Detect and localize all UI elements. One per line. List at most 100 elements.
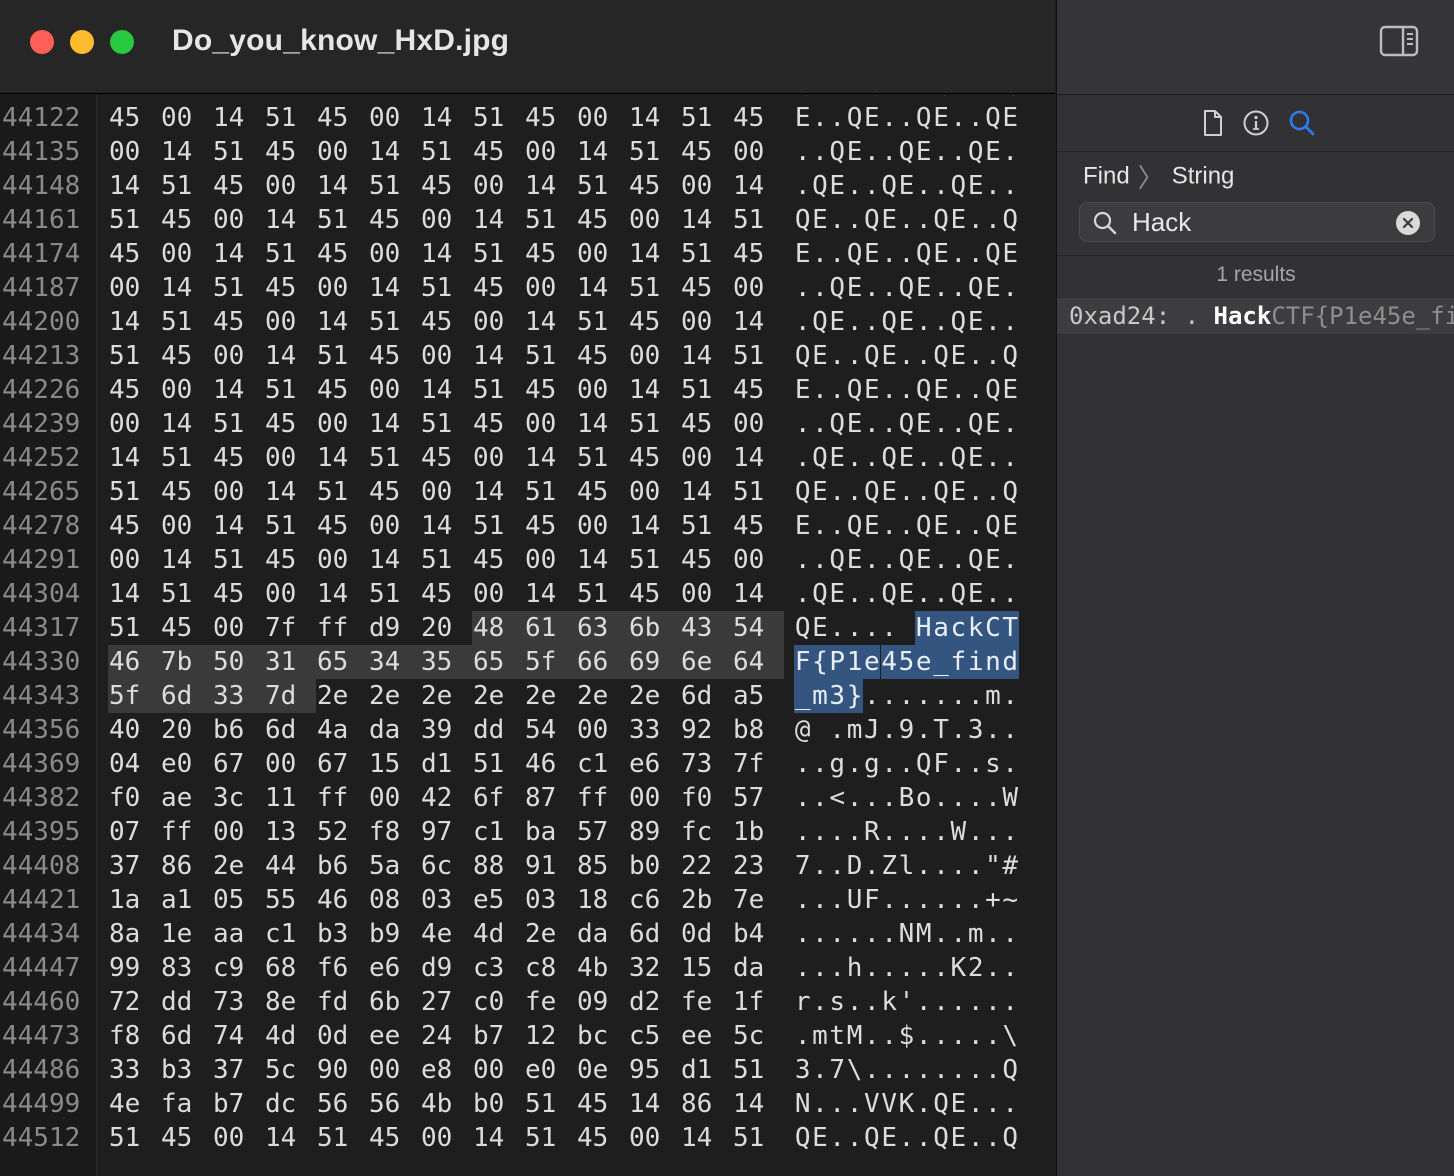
search-icon[interactable] xyxy=(1287,108,1317,138)
ascii-char[interactable]: . xyxy=(932,883,949,917)
ascii-char[interactable]: . xyxy=(898,203,915,237)
ascii-char[interactable]: N xyxy=(898,917,915,951)
ascii-char[interactable]: E xyxy=(829,441,846,475)
hex-byte[interactable]: 54 xyxy=(732,611,784,645)
ascii-char[interactable]: . xyxy=(915,441,932,475)
hex-byte[interactable]: c3 xyxy=(472,951,524,985)
ascii-char[interactable]: . xyxy=(932,985,949,1019)
ascii-char[interactable]: Q xyxy=(932,1087,949,1121)
ascii-char[interactable]: . xyxy=(932,169,949,203)
ascii-char[interactable]: E xyxy=(898,577,915,611)
ascii-char[interactable]: . xyxy=(863,1053,880,1087)
hex-byte[interactable]: 45 xyxy=(524,237,576,271)
hex-byte[interactable]: 00 xyxy=(108,407,160,441)
hex-byte[interactable]: 45 xyxy=(420,441,472,475)
ascii-char[interactable]: . xyxy=(829,713,846,747)
hex-byte[interactable]: 65 xyxy=(316,645,368,679)
ascii-char[interactable]: Q xyxy=(932,339,949,373)
ascii-char[interactable]: . xyxy=(794,781,811,815)
ascii-char[interactable]: . xyxy=(881,747,898,781)
ascii-char[interactable]: Q xyxy=(898,271,915,305)
ascii-char[interactable]: . xyxy=(915,339,932,373)
hex-byte[interactable]: 83 xyxy=(160,951,212,985)
ascii-char[interactable]: 3 xyxy=(828,679,846,713)
hex-byte[interactable]: 14 xyxy=(160,407,212,441)
hex-byte[interactable]: 45 xyxy=(160,203,212,237)
ascii-char[interactable]: 1 xyxy=(845,645,864,679)
hex-byte[interactable]: 51 xyxy=(524,339,576,373)
hex-byte[interactable]: 14 xyxy=(264,203,316,237)
hex-byte[interactable]: 51 xyxy=(108,611,160,645)
hex-byte[interactable]: 51 xyxy=(628,407,680,441)
hex-byte[interactable]: 00 xyxy=(160,101,212,135)
hex-byte[interactable]: 99 xyxy=(108,951,160,985)
hex-byte[interactable]: ee xyxy=(680,1019,732,1053)
hex-byte[interactable]: 00 xyxy=(264,169,316,203)
hex-byte[interactable]: b6 xyxy=(316,849,368,883)
ascii-char[interactable]: . xyxy=(811,509,828,543)
ascii-char[interactable]: Q xyxy=(794,1121,811,1155)
hex-byte[interactable]: 14 xyxy=(212,509,264,543)
ascii-char[interactable]: Q xyxy=(915,373,932,407)
ascii-char[interactable]: . xyxy=(811,237,828,271)
hex-byte[interactable]: 14 xyxy=(368,407,420,441)
ascii-char[interactable]: E xyxy=(1002,373,1019,407)
ascii-char[interactable]: . xyxy=(984,339,1001,373)
ascii-char[interactable]: . xyxy=(932,543,949,577)
ascii-char[interactable]: E xyxy=(984,407,1001,441)
ascii-char[interactable]: . xyxy=(829,883,846,917)
hex-byte[interactable]: 00 xyxy=(212,1121,264,1155)
hex-byte[interactable]: 6e xyxy=(680,645,732,679)
ascii-char[interactable]: E xyxy=(932,101,949,135)
hex-byte[interactable]: 51 xyxy=(160,577,212,611)
hex-byte[interactable]: 45 xyxy=(628,169,680,203)
hex-byte[interactable]: 51 xyxy=(212,271,264,305)
hex-byte[interactable]: 51 xyxy=(264,101,316,135)
hex-byte[interactable]: 45 xyxy=(680,271,732,305)
hex-byte[interactable]: 51 xyxy=(576,169,628,203)
ascii-char[interactable]: . xyxy=(829,611,846,645)
hex-byte[interactable]: 00 xyxy=(628,203,680,237)
hex-byte[interactable]: 45 xyxy=(368,1121,420,1155)
ascii-char[interactable]: . xyxy=(1002,951,1019,985)
ascii-char[interactable]: \ xyxy=(846,1053,863,1087)
ascii-char[interactable]: . xyxy=(794,407,811,441)
hex-byte[interactable]: 4e xyxy=(108,1087,160,1121)
ascii-char[interactable]: . xyxy=(932,305,949,339)
ascii-char[interactable]: . xyxy=(863,543,880,577)
ascii-char[interactable]: Q xyxy=(967,135,984,169)
ascii-char[interactable]: . xyxy=(811,135,828,169)
ascii-char[interactable]: 9 xyxy=(898,713,915,747)
hex-byte[interactable]: 2e xyxy=(472,679,524,713)
ascii-char[interactable]: . xyxy=(950,849,967,883)
ascii-char[interactable]: . xyxy=(915,1019,932,1053)
hex-byte[interactable]: 45 xyxy=(420,577,472,611)
hex-byte[interactable]: 43 xyxy=(680,611,732,645)
hex-byte[interactable]: 23 xyxy=(732,849,784,883)
ascii-char[interactable]: . xyxy=(967,237,984,271)
ascii-char[interactable]: E xyxy=(794,373,811,407)
hex-byte[interactable]: 51 xyxy=(628,135,680,169)
hex-byte[interactable]: 14 xyxy=(368,543,420,577)
hex-byte[interactable]: 45 xyxy=(732,509,784,543)
ascii-char[interactable]: E xyxy=(794,101,811,135)
ascii-char[interactable]: . xyxy=(967,1121,984,1155)
ascii-char[interactable]: . xyxy=(829,849,846,883)
breadcrumb-string[interactable]: String xyxy=(1172,163,1235,190)
ascii-char[interactable]: Q xyxy=(1002,339,1019,373)
ascii-char[interactable]: . xyxy=(881,815,898,849)
ascii-char[interactable]: . xyxy=(1002,135,1019,169)
hex-byte[interactable]: 51 xyxy=(264,373,316,407)
ascii-char[interactable]: . xyxy=(967,815,984,849)
hex-byte[interactable]: 4a xyxy=(316,713,368,747)
hex-byte[interactable]: 14 xyxy=(680,339,732,373)
ascii-char[interactable]: E xyxy=(794,509,811,543)
ascii-char[interactable]: . xyxy=(829,509,846,543)
ascii-char[interactable]: . xyxy=(863,441,880,475)
hex-byte[interactable]: 45 xyxy=(368,339,420,373)
ascii-char[interactable]: E xyxy=(794,237,811,271)
ascii-char[interactable]: . xyxy=(863,951,880,985)
hex-byte[interactable]: 67 xyxy=(212,747,264,781)
hex-byte[interactable]: 64 xyxy=(732,645,784,679)
hex-byte[interactable]: 45 xyxy=(576,339,628,373)
